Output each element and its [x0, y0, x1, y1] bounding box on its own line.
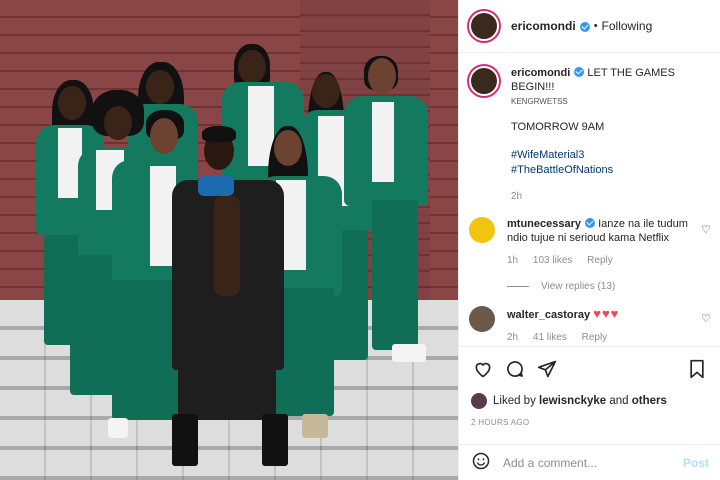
follow-status-button[interactable]: Following — [602, 19, 653, 33]
verified-badge-icon — [585, 218, 595, 229]
comment-like-heart-icon[interactable]: ♡ — [701, 225, 711, 236]
bookmark-icon[interactable] — [685, 357, 709, 381]
emoji-smile-icon[interactable] — [471, 451, 491, 474]
comment-like-heart-icon[interactable]: ♡ — [701, 314, 711, 325]
commenter-username[interactable]: walter_castoray — [507, 309, 590, 321]
hashtag-link[interactable]: #WifeMaterial3 — [511, 148, 711, 163]
verified-badge-icon — [579, 22, 590, 32]
liked-by-joiner: and — [609, 395, 629, 407]
view-replies-label: View replies (13) — [541, 281, 616, 293]
action-bar — [459, 346, 720, 390]
post-details-panel: ericomondi • Following ericomondi LET TH… — [458, 0, 720, 480]
caption: ericomondi LET THE GAMES BEGIN!!! KENGRW… — [469, 66, 711, 203]
caption-username[interactable]: ericomondi — [511, 67, 570, 79]
liked-by-prefix: Liked by — [493, 395, 536, 407]
post-timestamp[interactable]: 2 HOURS AGO — [471, 418, 529, 427]
comments-list[interactable]: ericomondi LET THE GAMES BEGIN!!! KENGRW… — [459, 54, 720, 346]
comment-text: ♥♥♥ — [593, 306, 620, 322]
reply-button[interactable]: Reply — [582, 332, 608, 343]
comment-likes[interactable]: 41 likes — [533, 332, 567, 343]
caption-avatar[interactable] — [469, 66, 499, 96]
commenter-avatar[interactable] — [469, 306, 495, 333]
comment-input[interactable] — [503, 455, 683, 470]
comment-bubble-icon[interactable] — [503, 357, 527, 381]
commenter-username[interactable]: mtunecessary — [507, 218, 581, 230]
comment-likes[interactable]: 103 likes — [533, 255, 572, 266]
add-comment-bar: Post — [459, 444, 720, 480]
post-image[interactable] — [0, 0, 458, 480]
liked-by: Liked by lewisnckyke and others — [471, 393, 667, 409]
reply-button[interactable]: Reply — [587, 255, 613, 266]
commenter-avatar[interactable] — [469, 217, 495, 244]
liker-avatar[interactable] — [471, 393, 487, 409]
liker-username[interactable]: lewisnckyke — [539, 395, 606, 407]
comment-age: 1h — [507, 254, 519, 266]
caption-line-2: TOMORROW 9AM — [511, 120, 605, 133]
view-replies-button[interactable]: View replies (13) — [507, 281, 711, 292]
comment-item: walter_castoray ♥♥♥ 2h 41 likes Reply ♡ — [469, 306, 711, 344]
liked-by-others[interactable]: others — [632, 395, 667, 407]
caption-subtext: KENGRWETSS — [511, 96, 568, 106]
author-username[interactable]: ericomondi — [511, 19, 576, 33]
comment-item: mtunecessary Ianze na ile tudum ndio tuj… — [469, 217, 711, 267]
replies-dash — [507, 286, 529, 288]
caption-age: 2h — [511, 190, 523, 202]
paper-plane-icon[interactable] — [535, 357, 559, 381]
comment-age: 2h — [507, 332, 519, 344]
verified-badge-icon — [574, 67, 585, 77]
heart-icon[interactable] — [471, 357, 495, 381]
post-comment-button[interactable]: Post — [683, 456, 709, 470]
hashtag-link[interactable]: #TheBattleOfNations — [511, 163, 711, 178]
separator-dot: • — [593, 20, 598, 32]
author-avatar[interactable] — [469, 11, 499, 41]
post-header: ericomondi • Following — [459, 0, 720, 53]
